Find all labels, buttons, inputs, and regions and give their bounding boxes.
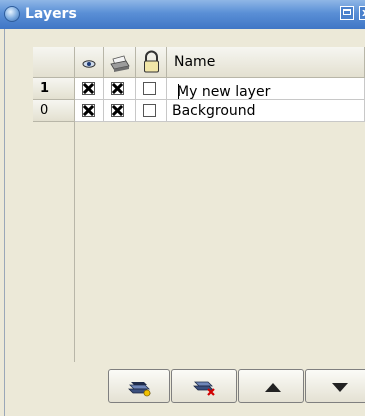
visible-checkbox[interactable] <box>82 104 95 117</box>
column-header-locked[interactable] <box>136 47 167 78</box>
column-header-printable[interactable] <box>104 47 136 78</box>
layer-name: Background <box>172 103 256 119</box>
float-window-button[interactable] <box>340 6 354 20</box>
title-bar[interactable]: Layers x <box>0 0 365 29</box>
printable-cell <box>104 78 136 100</box>
delete-layer-icon <box>193 381 215 396</box>
table-empty-area <box>75 122 365 362</box>
move-down-icon <box>332 383 348 392</box>
visible-checkbox[interactable] <box>82 82 95 95</box>
padlock-icon <box>144 50 159 73</box>
printable-checkbox[interactable] <box>111 104 124 117</box>
printer-icon <box>110 55 130 72</box>
move-layer-down-button[interactable] <box>305 369 365 403</box>
locked-cell <box>136 100 167 122</box>
visible-cell <box>75 100 104 122</box>
move-up-icon <box>265 383 281 392</box>
row-index: 1 <box>40 81 50 96</box>
column-header-name[interactable]: Name <box>167 47 365 78</box>
row-header[interactable]: 1 <box>33 78 75 100</box>
eye-icon <box>82 60 96 68</box>
printable-checkbox[interactable] <box>111 82 124 95</box>
panel-title: Layers <box>25 6 77 22</box>
row-header[interactable]: 0 <box>33 100 75 122</box>
layer-name-editor[interactable]: My new layer <box>167 78 365 100</box>
app-globe-icon <box>4 6 20 22</box>
layer-name-cell[interactable]: Background <box>167 100 365 122</box>
add-layer-button[interactable] <box>108 369 170 403</box>
add-layer-icon <box>128 382 151 397</box>
close-window-button[interactable]: x <box>359 6 365 20</box>
visible-cell <box>75 78 104 100</box>
delete-layer-button[interactable] <box>171 369 237 403</box>
table-corner-header[interactable] <box>33 47 75 78</box>
row-index: 0 <box>40 103 49 118</box>
layers-panel: Layers x Name 1 My new layer 0 Backgroun <box>0 0 365 416</box>
locked-checkbox[interactable] <box>143 104 156 117</box>
printable-cell <box>104 100 136 122</box>
text-caret <box>178 84 179 99</box>
column-header-visible[interactable] <box>75 47 104 78</box>
locked-cell <box>136 78 167 100</box>
row-header-empty-area <box>33 122 75 362</box>
move-layer-up-button[interactable] <box>238 369 304 403</box>
layer-name: My new layer <box>177 84 271 100</box>
locked-checkbox[interactable] <box>143 82 156 95</box>
name-header-label: Name <box>174 54 216 70</box>
